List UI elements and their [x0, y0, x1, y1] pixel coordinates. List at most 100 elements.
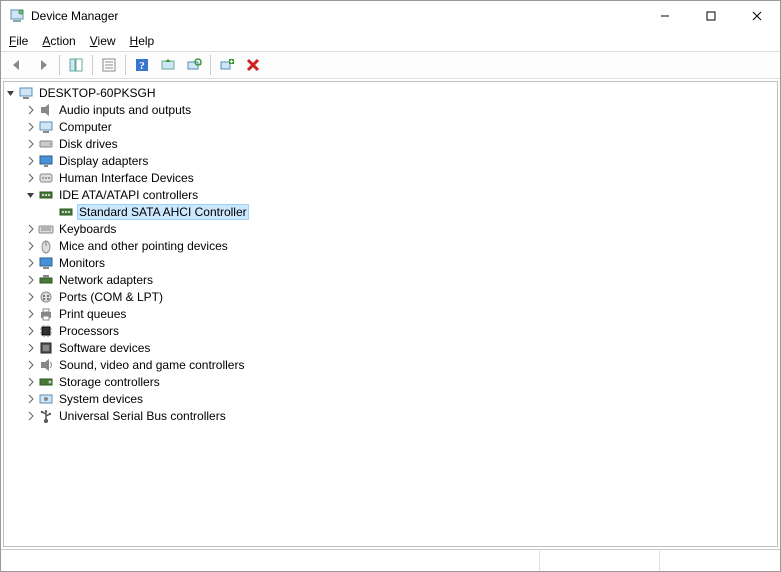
tree-item-network-adapters[interactable]: Network adapters	[24, 271, 777, 288]
device-tree[interactable]: DESKTOP-60PKSGH Audio inputs and outputs C…	[3, 81, 778, 547]
chevron-right-icon[interactable]	[24, 307, 38, 321]
tree-item-label: Computer	[57, 120, 114, 134]
toolbar-help-button[interactable]: ?	[130, 53, 154, 77]
toolbar-uninstall-button[interactable]	[241, 53, 265, 77]
tree-item-label: DESKTOP-60PKSGH	[37, 86, 157, 100]
port-icon	[38, 289, 54, 305]
chevron-right-icon[interactable]	[24, 103, 38, 117]
app-icon	[9, 8, 25, 24]
chevron-right-icon[interactable]	[24, 375, 38, 389]
statusbar	[1, 549, 780, 571]
tree-item-monitors[interactable]: Monitors	[24, 254, 777, 271]
mouse-icon	[38, 238, 54, 254]
keyboard-icon	[38, 221, 54, 237]
tree-item-processors[interactable]: Processors	[24, 322, 777, 339]
chevron-right-icon[interactable]	[24, 273, 38, 287]
tree-item-print-queues[interactable]: Print queues	[24, 305, 777, 322]
printer-icon	[38, 306, 54, 322]
tree-item-label: Ports (COM & LPT)	[57, 290, 165, 304]
tree-item-system-devices[interactable]: System devices	[24, 390, 777, 407]
tree-item-sound-video-and-game-controllers[interactable]: Sound, video and game controllers	[24, 356, 777, 373]
toolbar-divider	[59, 55, 60, 75]
toolbar-scan-button[interactable]	[182, 53, 206, 77]
ide-icon	[58, 204, 74, 220]
tree-item-label: System devices	[57, 392, 145, 406]
computer-icon	[38, 119, 54, 135]
chevron-down-icon[interactable]	[24, 188, 38, 202]
menu-help[interactable]: Help	[124, 32, 161, 50]
storage-icon	[38, 374, 54, 390]
tree-item-display-adapters[interactable]: Display adapters	[24, 152, 777, 169]
menubar: FileActionViewHelp	[1, 31, 780, 51]
chevron-right-icon[interactable]	[24, 171, 38, 185]
monitor-icon	[38, 255, 54, 271]
tree-item-label: Mice and other pointing devices	[57, 239, 230, 253]
toolbar-properties-button[interactable]	[97, 53, 121, 77]
tree-item-label: Storage controllers	[57, 375, 162, 389]
tree-item-storage-controllers[interactable]: Storage controllers	[24, 373, 777, 390]
chevron-right-icon[interactable]	[24, 290, 38, 304]
toolbar-divider	[210, 55, 211, 75]
chevron-right-icon[interactable]	[24, 392, 38, 406]
window-title: Device Manager	[31, 9, 642, 23]
tree-item-label: Universal Serial Bus controllers	[57, 409, 228, 423]
maximize-button[interactable]	[688, 1, 734, 31]
tree-item-label: Human Interface Devices	[57, 171, 196, 185]
toolbar-update-driver-button[interactable]	[156, 53, 180, 77]
usb-icon	[38, 408, 54, 424]
chevron-right-icon[interactable]	[24, 154, 38, 168]
network-icon	[38, 272, 54, 288]
menu-action[interactable]: Action	[36, 32, 81, 50]
statusbar-cell	[660, 550, 780, 571]
tree-item-ports-com-lpt[interactable]: Ports (COM & LPT)	[24, 288, 777, 305]
chevron-right-icon[interactable]	[24, 409, 38, 423]
tree-item-computer[interactable]: Computer	[24, 118, 777, 135]
toolbar-forward-button[interactable]	[31, 53, 55, 77]
chevron-down-icon[interactable]	[4, 86, 18, 100]
tree-item-label: Print queues	[57, 307, 128, 321]
minimize-button[interactable]	[642, 1, 688, 31]
tree-item-human-interface-devices[interactable]: Human Interface Devices	[24, 169, 777, 186]
chevron-right-icon[interactable]	[24, 239, 38, 253]
toolbar-add-legacy-button[interactable]	[215, 53, 239, 77]
menu-view[interactable]: View	[84, 32, 122, 50]
tree-item-software-devices[interactable]: Software devices	[24, 339, 777, 356]
close-button[interactable]	[734, 1, 780, 31]
statusbar-cell	[540, 550, 660, 571]
tree-item-mice-and-other-pointing-devices[interactable]: Mice and other pointing devices	[24, 237, 777, 254]
tree-item-disk-drives[interactable]: Disk drives	[24, 135, 777, 152]
chevron-right-icon[interactable]	[24, 120, 38, 134]
toolbar-show-hide-tree-button[interactable]	[64, 53, 88, 77]
tree-item-audio-inputs-and-outputs[interactable]: Audio inputs and outputs	[24, 101, 777, 118]
software-icon	[38, 340, 54, 356]
toolbar-divider	[125, 55, 126, 75]
chevron-right-icon[interactable]	[24, 137, 38, 151]
tree-item-label: Processors	[57, 324, 121, 338]
chevron-right-icon[interactable]	[24, 222, 38, 236]
tree-item-standard-sata-ahci-controller[interactable]: Standard SATA AHCI Controller	[44, 203, 777, 220]
disk-icon	[38, 136, 54, 152]
statusbar-cell	[1, 550, 540, 571]
root-icon	[18, 85, 34, 101]
system-icon	[38, 391, 54, 407]
tree-item-root[interactable]: DESKTOP-60PKSGH	[4, 84, 777, 101]
tree-item-label: Standard SATA AHCI Controller	[77, 204, 249, 220]
tree-item-universal-serial-bus-controllers[interactable]: Universal Serial Bus controllers	[24, 407, 777, 424]
toolbar-back-button[interactable]	[5, 53, 29, 77]
cpu-icon	[38, 323, 54, 339]
chevron-right-icon[interactable]	[24, 341, 38, 355]
chevron-right-icon[interactable]	[24, 324, 38, 338]
sound-icon	[38, 357, 54, 373]
tree-item-label: IDE ATA/ATAPI controllers	[57, 188, 200, 202]
chevron-right-icon[interactable]	[24, 256, 38, 270]
titlebar: Device Manager	[1, 1, 780, 31]
toolbar-divider	[92, 55, 93, 75]
chevron-right-icon[interactable]	[24, 358, 38, 372]
tree-item-ide-ata-atapi-controllers[interactable]: IDE ATA/ATAPI controllers	[24, 186, 777, 203]
tree-item-label: Software devices	[57, 341, 152, 355]
tree-item-label: Disk drives	[57, 137, 120, 151]
menu-file[interactable]: File	[3, 32, 34, 50]
tree-item-label: Display adapters	[57, 154, 150, 168]
tree-item-label: Audio inputs and outputs	[57, 103, 193, 117]
tree-item-keyboards[interactable]: Keyboards	[24, 220, 777, 237]
